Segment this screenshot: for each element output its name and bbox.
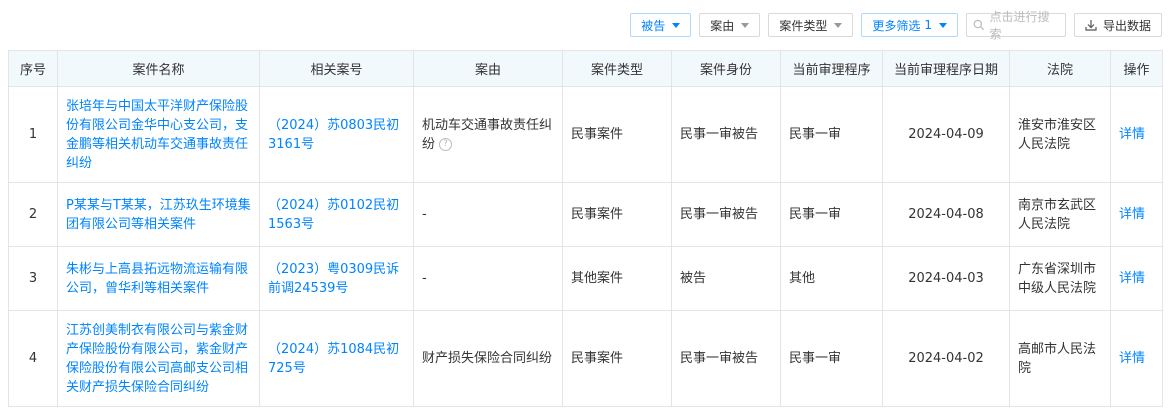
case-name-link[interactable]: 张培年与中国太平洋财产保险股份有限公司金华中心支公司，支金鹏等相关机动车交通事故…: [57, 86, 260, 183]
procedure-date: 2024-04-03: [882, 246, 1010, 311]
case-table: 序号 案件名称 相关案号 案由 案件类型 案件身份 当前审理程序 当前审理程序日…: [8, 50, 1163, 407]
case-role: 民事一审被告: [671, 86, 781, 183]
row-index: 4: [8, 310, 58, 407]
detail-link[interactable]: 详情: [1110, 86, 1163, 183]
column-header-cause: 案由: [413, 50, 563, 87]
more-filters-label: 更多筛选: [872, 18, 921, 33]
export-data-label: 导出数据: [1102, 18, 1151, 33]
table-header-row: 序号 案件名称 相关案号 案由 案件类型 案件身份 当前审理程序 当前审理程序日…: [8, 50, 1163, 87]
case-type: 其他案件: [562, 246, 672, 311]
case-type: 民事案件: [562, 86, 672, 183]
case-name-link[interactable]: 朱彬与上高县拓远物流运输有限公司，曾华利等相关案件: [57, 246, 260, 311]
cause-filter-dropdown[interactable]: 案由: [699, 13, 761, 37]
case-type-filter-dropdown[interactable]: 案件类型: [768, 13, 854, 37]
case-role: 民事一审被告: [671, 182, 781, 247]
procedure-date: 2024-04-08: [882, 182, 1010, 247]
chevron-down-icon: [834, 22, 843, 28]
case-name-link[interactable]: P某某与T某某，江苏玖生环境集团有限公司等相关案件: [57, 182, 260, 247]
procedure-date: 2024-04-09: [882, 86, 1010, 183]
column-header-role: 案件身份: [671, 50, 781, 87]
case-number-link[interactable]: （2024）苏0803民初3161号: [259, 86, 414, 183]
column-header-procedure: 当前审理程序: [780, 50, 883, 87]
filter-toolbar: 被告 案由 案件类型 更多筛选 1 点击进行搜索 导出数据: [622, 10, 1162, 41]
role-filter-dropdown[interactable]: 被告: [630, 13, 692, 37]
table-row: 3 朱彬与上高县拓远物流运输有限公司，曾华利等相关案件 （2023）粤0309民…: [8, 246, 1163, 311]
chevron-down-icon: [938, 22, 947, 28]
case-type-filter-label: 案件类型: [779, 18, 828, 33]
column-header-court: 法院: [1009, 50, 1111, 87]
case-cause: -: [413, 182, 563, 247]
row-index: 1: [8, 86, 58, 183]
row-index: 3: [8, 246, 58, 311]
search-input[interactable]: 点击进行搜索: [965, 10, 1066, 41]
case-role: 民事一审被告: [671, 310, 781, 407]
court-name: 淮安市淮安区人民法院: [1009, 86, 1111, 183]
case-role: 被告: [671, 246, 781, 311]
search-icon: [973, 19, 985, 31]
more-filters-count: 1: [924, 18, 932, 32]
case-type: 民事案件: [562, 310, 672, 407]
court-name: 广东省深圳市中级人民法院: [1009, 246, 1111, 311]
case-procedure: 民事一审: [780, 182, 883, 247]
cause-filter-label: 案由: [710, 18, 735, 33]
case-cause: -: [413, 246, 563, 311]
detail-link[interactable]: 详情: [1110, 246, 1163, 311]
case-type: 民事案件: [562, 182, 672, 247]
column-header-index: 序号: [8, 50, 58, 87]
case-number-link[interactable]: （2024）苏1084民初725号: [259, 310, 414, 407]
procedure-date: 2024-04-02: [882, 310, 1010, 407]
case-procedure: 民事一审: [780, 86, 883, 183]
table-row: 4 江苏创美制衣有限公司与紫金财产保险股份有限公司，紫金财产保险股份有限公司高邮…: [8, 310, 1163, 407]
search-placeholder: 点击进行搜索: [989, 10, 1050, 41]
chevron-down-icon: [741, 22, 750, 28]
case-name-link[interactable]: 江苏创美制衣有限公司与紫金财产保险股份有限公司，紫金财产保险股份有限公司高邮支公…: [57, 310, 260, 407]
role-filter-label: 被告: [641, 18, 666, 33]
column-header-procedure-date: 当前审理程序日期: [882, 50, 1010, 87]
detail-link[interactable]: 详情: [1110, 310, 1163, 407]
column-header-case-number: 相关案号: [259, 50, 414, 87]
column-header-case-type: 案件类型: [562, 50, 672, 87]
help-icon[interactable]: ?: [439, 137, 453, 151]
table-row: 2 P某某与T某某，江苏玖生环境集团有限公司等相关案件 （2024）苏0102民…: [8, 182, 1163, 247]
court-name: 高邮市人民法院: [1009, 310, 1111, 407]
row-index: 2: [8, 182, 58, 247]
case-procedure: 民事一审: [780, 310, 883, 407]
case-procedure: 其他: [780, 246, 883, 311]
case-cause: 财产损失保险合同纠纷: [413, 310, 563, 407]
table-row: 1 张培年与中国太平洋财产保险股份有限公司金华中心支公司，支金鹏等相关机动车交通…: [8, 86, 1163, 183]
case-number-link[interactable]: （2023）粤0309民诉前调24539号: [259, 246, 414, 311]
column-header-case-name: 案件名称: [57, 50, 260, 87]
more-filters-dropdown[interactable]: 更多筛选 1: [861, 13, 958, 37]
export-data-button[interactable]: 导出数据: [1073, 13, 1162, 37]
download-icon: [1085, 20, 1097, 31]
detail-link[interactable]: 详情: [1110, 182, 1163, 247]
chevron-down-icon: [672, 22, 681, 28]
court-name: 南京市玄武区人民法院: [1009, 182, 1111, 247]
case-cause: 机动车交通事故责任纠纷?: [413, 86, 563, 183]
case-number-link[interactable]: （2024）苏0102民初1563号: [259, 182, 414, 247]
column-header-action: 操作: [1110, 50, 1163, 87]
